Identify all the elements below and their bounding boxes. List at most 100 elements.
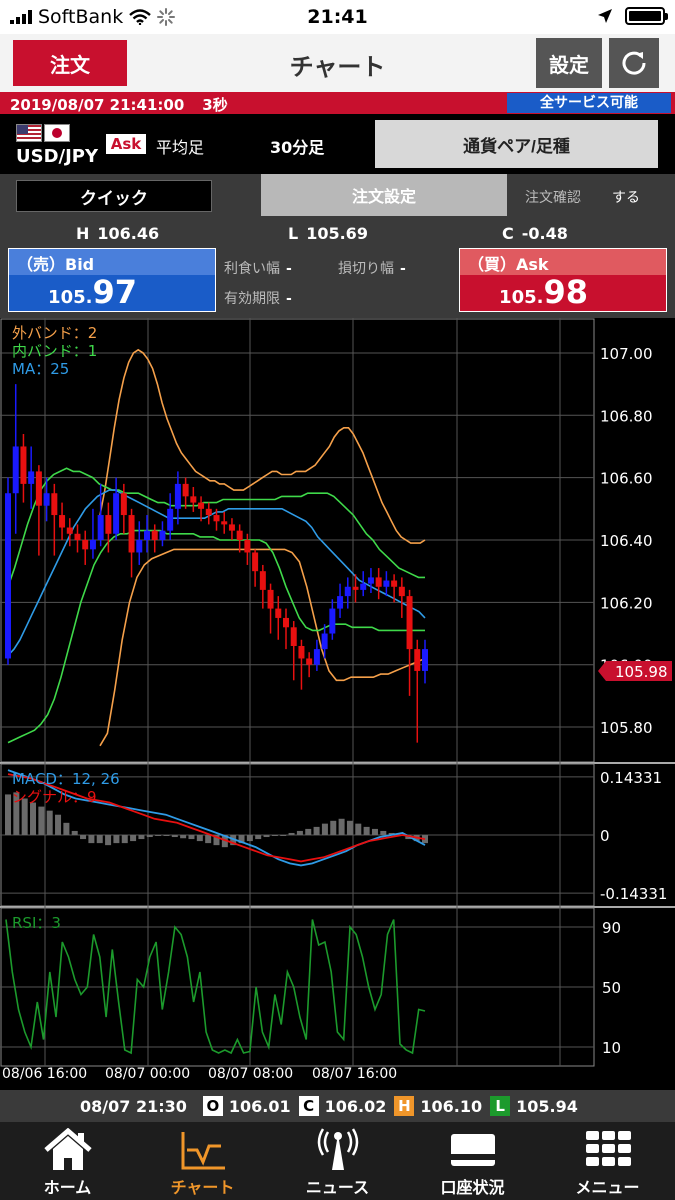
candle-body <box>337 596 344 609</box>
macd-histogram-bar <box>88 835 95 844</box>
candle-body <box>298 646 305 659</box>
macd-histogram-bar <box>188 835 195 840</box>
pair-selector-button[interactable]: 通貨ペア/足種 <box>375 120 658 168</box>
candle-body <box>205 508 212 516</box>
candle-body <box>174 483 181 509</box>
candle-body <box>259 571 266 590</box>
price-tick-label: 106.20 <box>600 594 653 612</box>
candle-body <box>213 515 220 522</box>
macd-histogram-bar <box>46 810 53 835</box>
macd-histogram-bar <box>355 823 362 835</box>
low-value: 105.94 <box>516 1096 578 1116</box>
candle-body <box>120 493 127 516</box>
macd-histogram-bar <box>196 835 203 842</box>
currency-pair: USD/JPY <box>16 146 99 167</box>
us-flag-icon <box>16 124 42 142</box>
open-label: O <box>202 1096 223 1116</box>
candle-body <box>167 508 174 531</box>
main-legend-item: 内バンド：1 <box>12 342 97 360</box>
account-icon <box>450 1134 495 1166</box>
tab-chart[interactable]: チャート <box>135 1122 270 1200</box>
bid-label: （売）Bid <box>9 249 215 275</box>
candle-body <box>414 649 421 671</box>
macd-histogram-bar <box>288 832 295 835</box>
order-confirm-toggle[interactable]: する <box>612 187 640 207</box>
service-status-badge: 全サービス可能 <box>507 93 671 113</box>
menu-icon <box>585 1131 631 1166</box>
take-profit-field[interactable]: 利食い幅 - <box>224 258 292 278</box>
pair-row: USD/JPY Ask 平均足 30分足 通貨ペア/足種 <box>0 114 675 174</box>
candle-body <box>267 589 274 609</box>
candle-body <box>313 649 320 665</box>
candle-body <box>383 580 390 587</box>
order-settings-button[interactable]: 注文設定 <box>261 174 507 216</box>
bid-sell-button[interactable]: （売）Bid 105.97 <box>8 248 216 312</box>
candle-body <box>360 583 367 590</box>
candle-body <box>28 471 35 484</box>
candle-body <box>329 608 336 634</box>
candle-body <box>283 617 289 628</box>
candle-body <box>290 627 297 646</box>
candle-body <box>228 524 235 531</box>
candle-body <box>367 577 374 584</box>
macd-histogram-bar <box>71 830 78 835</box>
price-tick-label: 106.40 <box>600 532 653 550</box>
candle-body <box>275 608 282 618</box>
macd-histogram-bar <box>163 835 170 836</box>
macd-histogram-bar <box>263 835 270 838</box>
candle-body <box>344 586 351 597</box>
ask-buy-button[interactable]: （買）Ask 105.98 <box>459 248 667 312</box>
candle-body <box>151 530 158 540</box>
rsi-line <box>5 919 426 1055</box>
expiry-field[interactable]: 有効期限 - <box>224 288 292 308</box>
candle-body <box>398 586 405 597</box>
settings-button[interactable]: 設定 <box>536 38 602 88</box>
timeframe[interactable]: 30分足 <box>270 134 324 158</box>
macd-histogram-bar <box>280 835 287 836</box>
tab-home[interactable]: ホーム <box>0 1122 135 1200</box>
quick-order-button[interactable]: クイック <box>16 180 212 212</box>
chart-area[interactable]: 107.00106.80106.60106.40106.20106.00105.… <box>0 318 675 1088</box>
candle-body <box>35 471 42 506</box>
ohlc-time: 08/07 21:30 <box>80 1096 187 1116</box>
macd-histogram-bar <box>338 818 345 835</box>
candle-body <box>144 530 150 540</box>
open-value: 106.01 <box>228 1096 291 1116</box>
candle-body <box>352 586 359 590</box>
macd-histogram-bar <box>171 835 178 838</box>
candle-body <box>422 649 428 671</box>
location-arrow-icon <box>598 9 612 23</box>
tab-news[interactable]: ニュース <box>270 1122 405 1200</box>
candle-body <box>391 580 398 587</box>
time-tick-label: 08/06 16:00 <box>2 1066 87 1082</box>
price-side-badge[interactable]: Ask <box>106 134 146 154</box>
refresh-button[interactable] <box>609 38 659 88</box>
candle-type[interactable]: 平均足 <box>156 134 204 158</box>
candle-body <box>221 521 228 525</box>
candle-body <box>190 496 197 503</box>
tab-account[interactable]: 口座状況 <box>405 1122 540 1200</box>
candle-body <box>74 533 81 540</box>
macd-histogram-bar <box>55 814 62 835</box>
upper-outer-band <box>99 348 426 544</box>
price-chart[interactable]: 107.00106.80106.60106.40106.20106.00105.… <box>0 318 675 1088</box>
tab-menu[interactable]: メニュー <box>540 1122 675 1200</box>
candle-body <box>236 530 243 540</box>
app-header: 注文 チャート 設定 <box>0 34 675 92</box>
status-bar: SoftBank 21:41 <box>0 0 675 34</box>
macd-histogram-bar <box>255 835 262 840</box>
macd-legend-item: シグナル：9 <box>12 788 97 806</box>
macd-histogram-bar <box>371 828 378 835</box>
stop-loss-field[interactable]: 損切り幅 - <box>338 258 406 278</box>
candle-body <box>5 493 11 659</box>
current-price-label: 105.98 <box>615 663 668 681</box>
change-price: C -0.48 <box>502 224 568 243</box>
macd-histogram-bar <box>30 802 37 835</box>
tab-bar: ホーム チャート ニュース 口座状況 メニュー <box>0 1122 675 1200</box>
macd-histogram-bar <box>180 835 187 839</box>
price-tick-label: 106.60 <box>600 470 653 488</box>
macd-histogram-bar <box>80 835 87 840</box>
rsi-tick-label: 10 <box>602 1039 621 1057</box>
order-button[interactable]: 注文 <box>13 40 127 86</box>
candle-body <box>59 515 66 528</box>
